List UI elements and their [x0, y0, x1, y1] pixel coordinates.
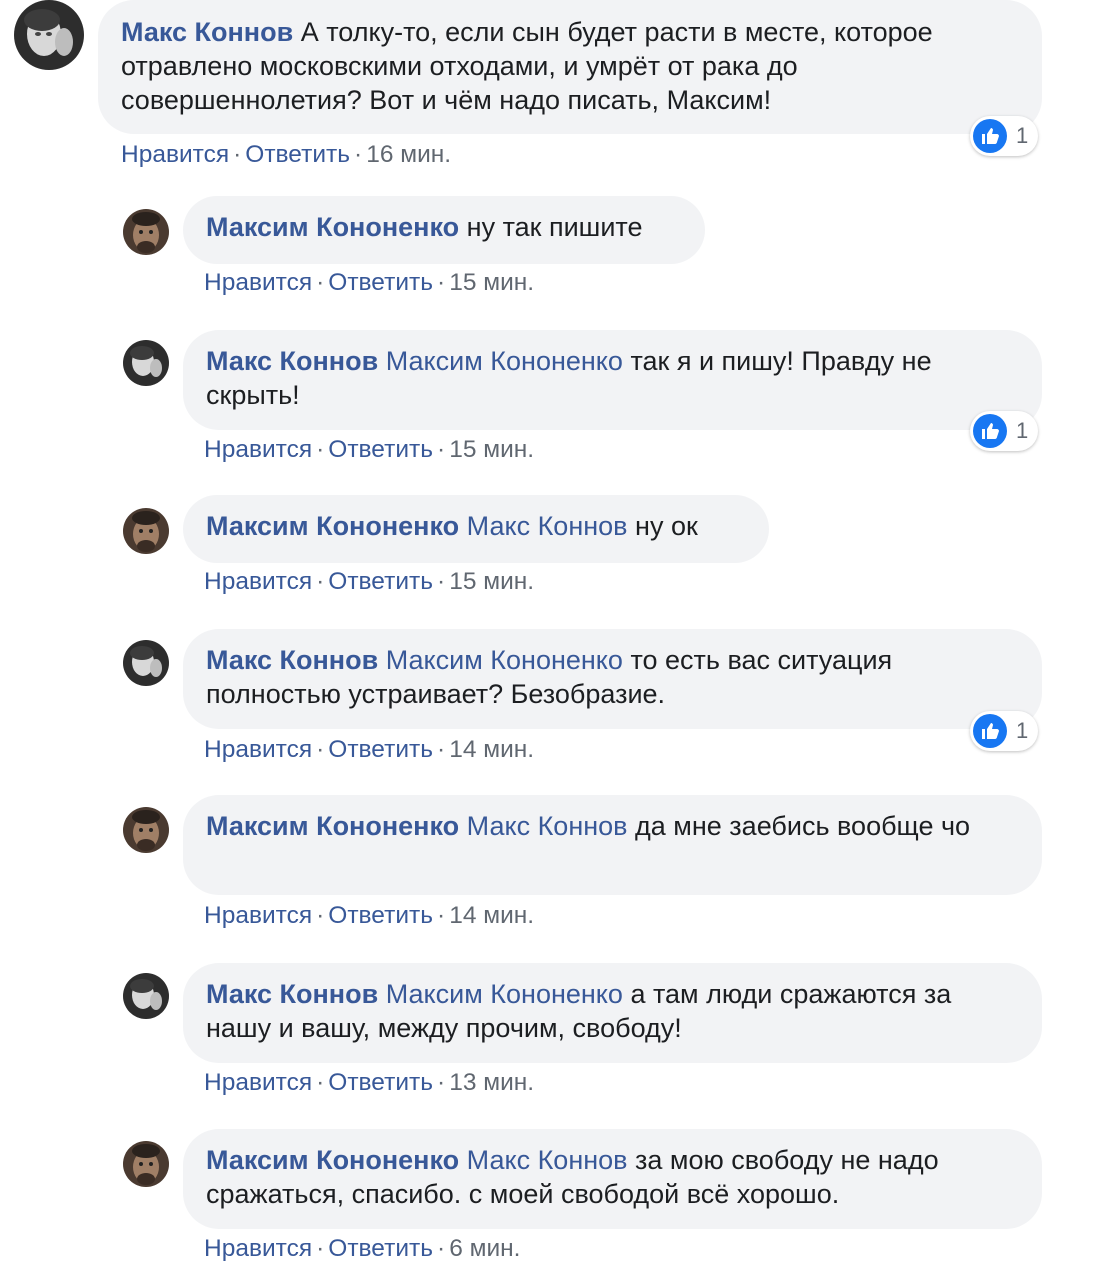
comment-author[interactable]: Максим Кононенко [206, 212, 459, 242]
comment-mention[interactable]: Максим Кононенко [386, 346, 623, 376]
reply-link[interactable]: Ответить [328, 269, 433, 296]
like-link[interactable]: Нравится [204, 902, 312, 929]
comment-actions: Нравится · Ответить · 6 мин. [204, 1234, 521, 1264]
separator: · [233, 141, 242, 168]
comment-author[interactable]: Максим Кононенко [206, 1145, 459, 1175]
comment-bubble: Макс Коннов А толку-то, если сын будет р… [98, 0, 1042, 134]
comment-author[interactable]: Макс Коннов [206, 346, 378, 376]
user-avatar-photo-icon [123, 973, 169, 1019]
like-thumb-icon [973, 119, 1007, 153]
reaction-count: 1 [1016, 718, 1029, 743]
avatar[interactable] [123, 1141, 169, 1187]
user-avatar-photo-icon [123, 807, 169, 853]
separator: · [316, 436, 325, 463]
separator: · [316, 568, 325, 595]
timestamp[interactable]: 14 мин. [449, 902, 534, 929]
comment-text: ну ок [635, 511, 698, 541]
comment-author[interactable]: Макс Коннов [206, 645, 378, 675]
comment-actions: Нравится · Ответить · 15 мин. [204, 435, 534, 465]
reply-link[interactable]: Ответить [328, 1235, 433, 1262]
like-link[interactable]: Нравится [204, 568, 312, 595]
separator: · [437, 568, 446, 595]
timestamp[interactable]: 15 мин. [449, 269, 534, 296]
comment-mention[interactable]: Макс Коннов [467, 511, 628, 541]
separator: · [437, 269, 446, 296]
like-link[interactable]: Нравится [204, 436, 312, 463]
user-avatar-photo-icon [123, 340, 169, 386]
separator: · [316, 736, 325, 763]
separator: · [316, 1069, 325, 1096]
comment-author[interactable]: Макс Коннов [206, 979, 378, 1009]
user-avatar-photo-icon [123, 1141, 169, 1187]
comment-bubble: Максим Кононенко ну так пишите [183, 196, 705, 264]
like-link[interactable]: Нравится [204, 736, 312, 763]
avatar[interactable] [123, 807, 169, 853]
reply-link[interactable]: Ответить [328, 436, 433, 463]
reply-link[interactable]: Ответить [328, 902, 433, 929]
comment-text: да мне заебись вообще чо [635, 811, 971, 841]
comment-actions: Нравится · Ответить · 13 мин. [204, 1068, 534, 1098]
like-link[interactable]: Нравится [204, 269, 312, 296]
reply-link[interactable]: Ответить [245, 141, 350, 168]
separator: · [437, 1235, 446, 1262]
avatar[interactable] [123, 209, 169, 255]
separator: · [316, 902, 325, 929]
separator: · [437, 1069, 446, 1096]
separator: · [437, 436, 446, 463]
comment-mention[interactable]: Максим Кононенко [386, 979, 623, 1009]
user-avatar-photo-icon [14, 0, 84, 70]
comment-text: ну так пишите [466, 212, 643, 242]
comment-mention[interactable]: Макс Коннов [467, 1145, 628, 1175]
timestamp[interactable]: 14 мин. [449, 736, 534, 763]
reaction-count: 1 [1016, 418, 1029, 443]
timestamp[interactable]: 15 мин. [449, 436, 534, 463]
like-link[interactable]: Нравится [121, 141, 229, 168]
comment-author[interactable]: Максим Кононенко [206, 811, 459, 841]
separator: · [316, 269, 325, 296]
user-avatar-photo-icon [123, 508, 169, 554]
reaction-count-badge[interactable]: 1 [970, 411, 1039, 451]
separator: · [437, 736, 446, 763]
separator: · [437, 902, 446, 929]
timestamp[interactable]: 15 мин. [449, 568, 534, 595]
like-thumb-icon [973, 414, 1007, 448]
comment-author[interactable]: Максим Кононенко [206, 511, 459, 541]
separator: · [354, 141, 363, 168]
avatar[interactable] [123, 640, 169, 686]
avatar[interactable] [123, 973, 169, 1019]
avatar[interactable] [123, 508, 169, 554]
reply-link[interactable]: Ответить [328, 736, 433, 763]
reaction-count: 1 [1016, 123, 1029, 148]
comment-bubble: Максим Кононенко Макс Коннов да мне заеб… [183, 795, 1042, 895]
user-avatar-photo-icon [123, 640, 169, 686]
timestamp[interactable]: 16 мин. [366, 141, 451, 168]
reaction-count-badge[interactable]: 1 [970, 116, 1039, 156]
user-avatar-photo-icon [123, 209, 169, 255]
timestamp[interactable]: 13 мин. [449, 1069, 534, 1096]
comment-bubble: Максим Кононенко Макс Коннов за мою своб… [183, 1129, 1042, 1229]
comment-bubble: Максим Кононенко Макс Коннов ну ок [183, 495, 769, 563]
comment-actions: Нравится · Ответить · 16 мин. [121, 140, 451, 170]
like-link[interactable]: Нравится [204, 1235, 312, 1262]
reply-link[interactable]: Ответить [328, 568, 433, 595]
comment-bubble: Макс Коннов Максим Кононенко а там люди … [183, 963, 1042, 1063]
reaction-count-badge[interactable]: 1 [970, 711, 1039, 751]
comment-actions: Нравится · Ответить · 15 мин. [204, 567, 534, 597]
comment-bubble: Макс Коннов Максим Кононенко так я и пиш… [183, 330, 1042, 430]
avatar[interactable] [14, 0, 84, 70]
avatar[interactable] [123, 340, 169, 386]
like-thumb-icon [973, 714, 1007, 748]
reply-link[interactable]: Ответить [328, 1069, 433, 1096]
like-link[interactable]: Нравится [204, 1069, 312, 1096]
comment-bubble: Макс Коннов Максим Кононенко то есть вас… [183, 629, 1042, 729]
comment-mention[interactable]: Макс Коннов [467, 811, 628, 841]
comment-actions: Нравится · Ответить · 15 мин. [204, 268, 534, 298]
comment-mention[interactable]: Максим Кононенко [386, 645, 623, 675]
separator: · [316, 1235, 325, 1262]
comment-actions: Нравится · Ответить · 14 мин. [204, 735, 534, 765]
comment-actions: Нравится · Ответить · 14 мин. [204, 901, 534, 931]
comment-author[interactable]: Макс Коннов [121, 17, 293, 47]
timestamp[interactable]: 6 мин. [449, 1235, 520, 1262]
